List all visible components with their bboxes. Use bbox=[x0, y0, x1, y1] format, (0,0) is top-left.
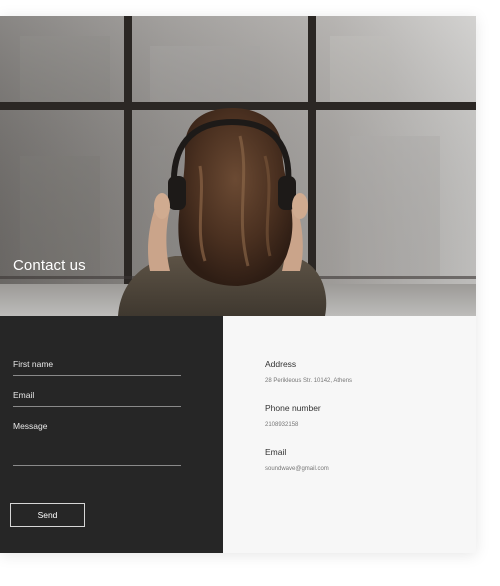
message-label: Message bbox=[13, 421, 48, 431]
email-input[interactable] bbox=[13, 394, 181, 404]
contact-form: First name Email Message Send bbox=[0, 316, 223, 553]
send-button[interactable]: Send bbox=[10, 503, 85, 527]
first-name-field[interactable]: First name bbox=[13, 359, 181, 376]
page-title: Contact us bbox=[13, 257, 86, 274]
email-field[interactable]: Email bbox=[13, 390, 181, 407]
hero-section: Contact us bbox=[0, 16, 476, 316]
message-field[interactable]: Message bbox=[13, 421, 181, 466]
phone-value: 2108932158 bbox=[265, 422, 299, 428]
contact-info-panel: Address 28 Perikleous Str. 10142, Athens… bbox=[223, 316, 476, 553]
phone-label: Phone number bbox=[265, 403, 321, 413]
address-block: Address 28 Perikleous Str. 10142, Athens bbox=[265, 359, 352, 384]
address-label: Address bbox=[265, 359, 297, 369]
email-value: soundwave@gmail.com bbox=[265, 466, 329, 472]
phone-block: Phone number 2108932158 bbox=[265, 403, 321, 428]
address-value: 28 Perikleous Str. 10142, Athens bbox=[265, 378, 353, 384]
contact-card: Contact us First name Email Message Send… bbox=[0, 16, 476, 553]
message-input[interactable] bbox=[13, 435, 181, 463]
email-block: Email soundwave@gmail.com bbox=[265, 447, 329, 472]
first-name-input[interactable] bbox=[13, 363, 181, 373]
email-info-label: Email bbox=[265, 447, 287, 457]
